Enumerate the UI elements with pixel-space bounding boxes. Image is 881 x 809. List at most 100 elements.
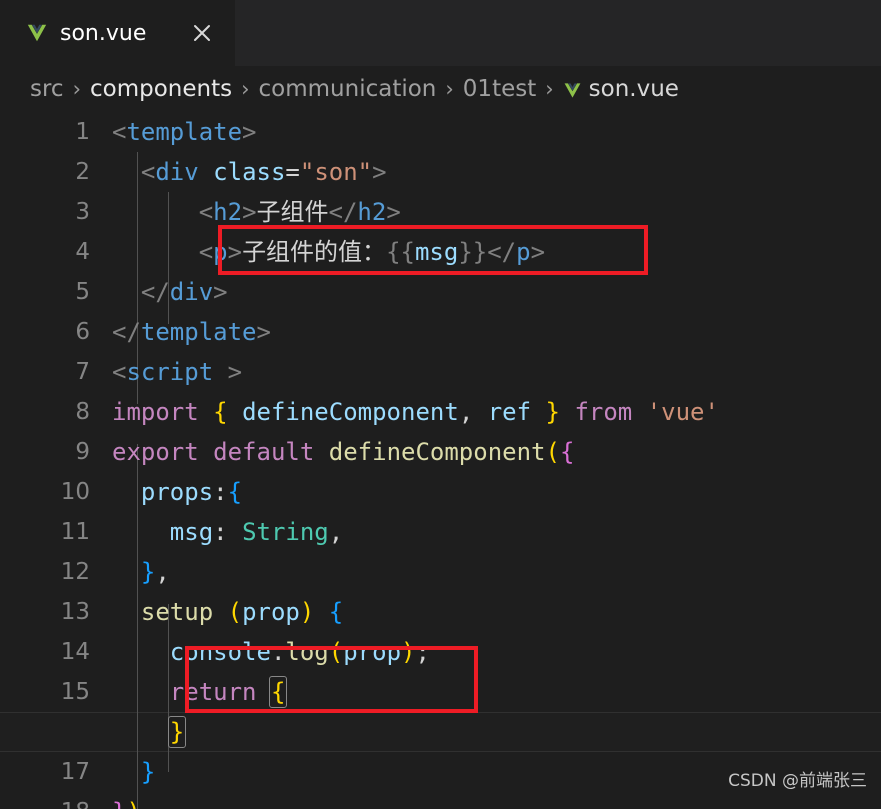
- code-line-text: setup (prop) {: [112, 592, 881, 632]
- breadcrumb-item-components[interactable]: components: [90, 76, 232, 102]
- code-line[interactable]: 12 },: [0, 552, 881, 592]
- vue-logo-icon: [563, 80, 582, 99]
- code-token: template: [140, 318, 257, 346]
- code-token: </: [112, 318, 141, 346]
- code-line[interactable]: 8 import { defineComponent, ref } from 'v…: [0, 392, 881, 432]
- vue-logo-icon: [26, 22, 48, 44]
- breadcrumb-separator: ›: [445, 77, 454, 101]
- code-token: div: [155, 158, 199, 186]
- code-token: >: [256, 318, 271, 346]
- code-token: {: [268, 676, 288, 708]
- code-token: {: [227, 478, 243, 506]
- code-token: 子组件: [256, 198, 329, 226]
- code-token: 'vue': [646, 398, 719, 426]
- code-line[interactable]: 3 <h2>子组件</h2>: [0, 192, 881, 232]
- code-token: String: [242, 518, 329, 546]
- code-token: >: [227, 358, 243, 386]
- code-token: :: [213, 478, 228, 506]
- code-token: :: [213, 518, 228, 546]
- code-token: >: [213, 278, 228, 306]
- code-line[interactable]: 7 <script >: [0, 352, 881, 392]
- code-token: ): [401, 638, 416, 666]
- code-token: msg: [414, 238, 459, 266]
- code-line[interactable]: 9 export default defineComponent({: [0, 432, 881, 472]
- line-number: 12: [60, 559, 90, 585]
- code-line[interactable]: 4 <p>子组件的值：{{msg}}</p>: [0, 232, 881, 272]
- code-token: (: [545, 438, 560, 466]
- code-line[interactable]: 16 }: [0, 712, 881, 752]
- code-token: ,: [155, 558, 170, 586]
- code-line[interactable]: 6 </template>: [0, 312, 881, 352]
- editor-tab-son-vue[interactable]: son.vue: [0, 0, 235, 66]
- code-line[interactable]: 18}): [0, 792, 881, 809]
- code-token: import: [112, 398, 199, 426]
- breadcrumb-separator: ›: [241, 77, 250, 101]
- code-token: props: [140, 478, 214, 506]
- code-token: prop: [343, 638, 402, 666]
- code-line[interactable]: 11 msg: String,: [0, 512, 881, 552]
- code-line[interactable]: 15 return {: [0, 672, 881, 712]
- code-token: <: [112, 238, 214, 266]
- code-line-text: </template>: [112, 312, 881, 352]
- code-token: {: [328, 598, 344, 626]
- breadcrumb-item-son-vue[interactable]: son.vue: [589, 76, 679, 102]
- code-line-text: </div>: [112, 272, 881, 312]
- code-token: <: [112, 198, 214, 226]
- code-line[interactable]: 14 console.log(prop);: [0, 632, 881, 672]
- line-number: 2: [75, 159, 90, 185]
- code-token: (: [328, 638, 344, 666]
- breadcrumb-item-01test[interactable]: 01test: [463, 76, 536, 102]
- code-token: >: [530, 238, 546, 266]
- code-token: default: [213, 438, 315, 466]
- vscode-editor-window: son.vue src › components › communication…: [0, 0, 881, 809]
- code-token: }: [112, 798, 126, 809]
- code-line[interactable]: 1 <template>: [0, 112, 881, 152]
- code-token: class: [213, 158, 286, 186]
- code-token: export: [112, 438, 199, 466]
- line-number: 11: [60, 519, 90, 545]
- code-token: }: [545, 398, 560, 426]
- line-number: 4: [75, 239, 90, 265]
- line-number: 9: [75, 439, 90, 465]
- editor-tab-bar: son.vue: [0, 0, 881, 66]
- code-token: {{: [386, 238, 415, 266]
- code-token: "son": [299, 158, 373, 186]
- line-number: 8: [75, 399, 90, 425]
- code-token: script: [126, 358, 214, 386]
- code-editor[interactable]: 1 <template> 2 <div class="son"> 3 <h2>子组件<…: [0, 112, 881, 809]
- code-line[interactable]: 2 <div class="son">: [0, 152, 881, 192]
- code-line-text: <template>: [112, 112, 881, 152]
- code-line[interactable]: 13 setup (prop) {: [0, 592, 881, 632]
- line-number: 15: [60, 679, 90, 705]
- code-token: defineComponent: [242, 398, 459, 426]
- code-token: ;: [415, 638, 430, 666]
- code-token: }: [167, 716, 187, 748]
- code-token: ): [299, 598, 315, 626]
- code-token: prop: [242, 598, 300, 626]
- breadcrumb-item-communication[interactable]: communication: [259, 76, 437, 102]
- code-token: p: [213, 238, 228, 266]
- breadcrumb-item-src[interactable]: src: [30, 76, 64, 102]
- close-icon[interactable]: [191, 22, 213, 44]
- code-token: </: [487, 238, 517, 266]
- code-line[interactable]: 5 </div>: [0, 272, 881, 312]
- code-line-text: }): [112, 792, 881, 809]
- code-line[interactable]: 10 props:{: [0, 472, 881, 512]
- code-token: p: [516, 238, 531, 266]
- line-number: 18: [0, 799, 112, 809]
- code-token: <: [112, 158, 156, 186]
